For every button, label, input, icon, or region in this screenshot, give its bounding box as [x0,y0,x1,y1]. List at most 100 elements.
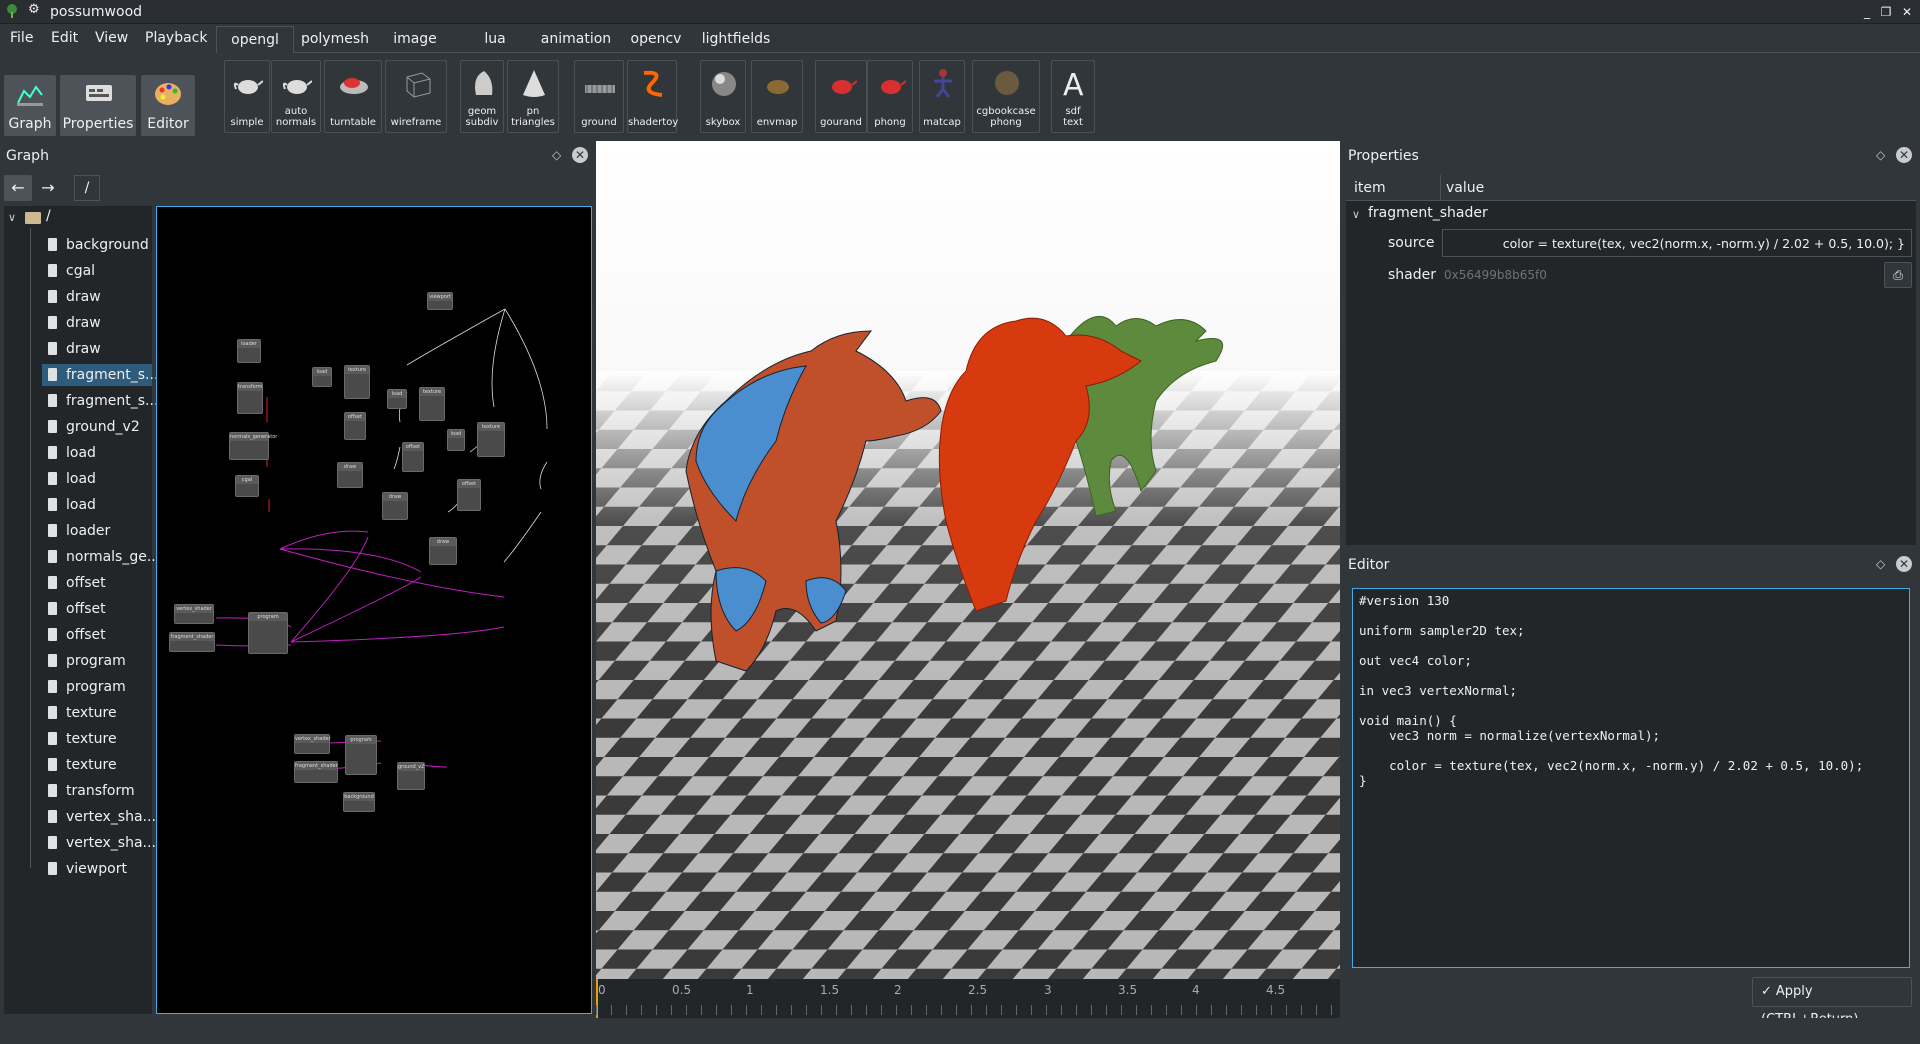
shelf-button-simple[interactable]: simple [224,60,270,133]
tree-item[interactable]: draw [42,312,152,334]
graph-node[interactable]: fragment_shader [169,632,215,652]
graph-node[interactable]: background [343,792,375,812]
tree-item[interactable]: offset [42,598,152,620]
tree-item[interactable]: vertex_sha... [42,806,156,828]
shelf-button-sdf-text[interactable]: Asdf text [1051,60,1095,133]
graph-close-icon[interactable]: ✕ [572,147,588,163]
graph-node[interactable]: viewport [427,292,453,310]
shelf-button-auto-normals[interactable]: auto normals [271,60,321,133]
properties-close-icon[interactable]: ✕ [1896,147,1912,163]
tree-item[interactable]: transform [42,780,152,802]
column-value-header[interactable]: value [1446,180,1484,196]
shelf-button-matcap[interactable]: matcap [919,60,965,133]
tab-image[interactable]: image [376,26,454,53]
tab-lightfields[interactable]: lightfields [696,26,776,53]
tree-item[interactable]: vertex_sha... [42,832,156,854]
graph-node[interactable]: fragment_shader [294,761,338,783]
graph-node[interactable]: load [312,367,332,387]
shelf-button-wireframe[interactable]: wireframe [385,60,447,133]
tree-item[interactable]: load [42,442,152,464]
graph-node[interactable]: loader [237,339,261,363]
group-chevron-icon[interactable]: ∨ [1352,208,1360,221]
graph-node[interactable]: program [248,612,288,654]
graph-node[interactable]: cgal [235,475,259,497]
graph-node[interactable]: ground_v2 [397,762,425,790]
graph-node[interactable]: draw [429,537,457,565]
shelf-button-shadertoy[interactable]: shadertoy [627,60,678,133]
path-field[interactable]: / [74,175,100,201]
menu-edit[interactable]: Edit [51,30,78,46]
float-icon[interactable]: ◇ [1876,148,1885,162]
graph-node[interactable]: draw [337,462,363,488]
graph-node[interactable]: normals_generator [229,432,277,460]
menu-file[interactable]: File [10,30,33,46]
graph-node[interactable]: program [345,735,377,775]
3d-viewport[interactable] [596,141,1340,979]
tree-item[interactable]: ground_v2 [42,416,152,438]
tree-item[interactable]: program [42,650,152,672]
graph-node[interactable]: offset [457,479,481,511]
tree-item[interactable]: offset [42,572,152,594]
float-icon[interactable]: ◇ [552,148,561,162]
shelf-button-gourand[interactable]: gourand [815,60,867,133]
tree-item[interactable]: load [42,494,152,516]
tree-item[interactable]: fragment_s... [42,364,156,386]
graph-node[interactable]: vertex_shader [174,604,214,624]
graph-node[interactable]: transform [237,382,263,414]
tab-animation[interactable]: animation [536,26,616,53]
timeline[interactable]: 0 0.5 1 1.5 2 2.5 3 3.5 4 4.5 [596,979,1340,1018]
shader-info-button[interactable]: ⎙ [1884,262,1912,288]
tree-item[interactable]: viewport [42,858,152,880]
restore-icon[interactable]: ❐ [1877,3,1895,21]
tree-item[interactable]: texture [42,754,152,776]
close-icon[interactable]: ✕ [1898,3,1916,21]
source-field[interactable]: color = texture(tex, vec2(norm.x, -norm.… [1442,229,1912,257]
graph-node[interactable]: vertex_shader [294,734,331,754]
graph-button[interactable]: Graph [4,75,56,136]
graph-node[interactable]: texture [477,422,505,457]
graph-node[interactable]: draw [382,492,408,520]
tree-item[interactable]: fragment_s... [42,390,156,412]
minimize-icon[interactable]: _ [1858,3,1876,21]
tab-polymesh[interactable]: polymesh [296,26,374,53]
tree-item[interactable]: loader [42,520,152,542]
tree-item[interactable]: background [42,234,152,256]
graph-node[interactable]: offset [402,442,424,472]
menu-playback[interactable]: Playback [145,30,207,46]
editor-button[interactable]: Editor [141,75,195,136]
shelf-button-cgbookcase-phong[interactable]: cgbookcase phong [972,60,1040,133]
graph-node[interactable]: texture [419,387,445,421]
shelf-button-pn-triangles[interactable]: pn triangles [507,60,559,133]
shelf-button-turntable[interactable]: turntable [324,60,382,133]
tree-item[interactable]: offset [42,624,152,646]
tree-item[interactable]: load [42,468,152,490]
tree-item[interactable]: draw [42,338,152,360]
column-item-header[interactable]: item [1354,180,1386,196]
shelf-button-skybox[interactable]: skybox [700,60,746,133]
shelf-button-phong[interactable]: phong [867,60,913,133]
graph-node[interactable]: texture [344,365,370,399]
tree-item[interactable]: program [42,676,152,698]
expand-chevron-icon[interactable]: ∨ [8,211,16,224]
graph-node[interactable]: offset [344,412,366,440]
tree-item[interactable]: texture [42,728,152,750]
settings-icon[interactable]: ⚙ [28,3,42,17]
properties-button[interactable]: Properties [60,75,136,136]
tab-opengl[interactable]: opengl [216,26,294,53]
forward-button[interactable]: → [34,175,62,201]
tree-item[interactable]: cgal [42,260,152,282]
graph-node[interactable]: load [387,389,407,409]
back-button[interactable]: ← [4,175,32,201]
menu-view[interactable]: View [95,30,128,46]
tree-item[interactable]: normals_ge... [42,546,156,568]
tree-item[interactable]: texture [42,702,152,724]
tree-item[interactable]: draw [42,286,152,308]
node-graph-canvas[interactable]: viewport loader transform normals_genera… [156,206,592,1014]
tab-lua[interactable]: lua [456,26,534,53]
code-editor[interactable]: #version 130 uniform sampler2D tex; out … [1352,588,1910,968]
float-icon[interactable]: ◇ [1876,557,1885,571]
apply-button[interactable]: ✓Apply (CTRL+Return) [1752,977,1912,1027]
graph-node[interactable]: load [447,429,465,451]
shelf-button-geom-subdiv[interactable]: geom subdiv [460,60,504,133]
shelf-button-envmap[interactable]: envmap [751,60,803,133]
